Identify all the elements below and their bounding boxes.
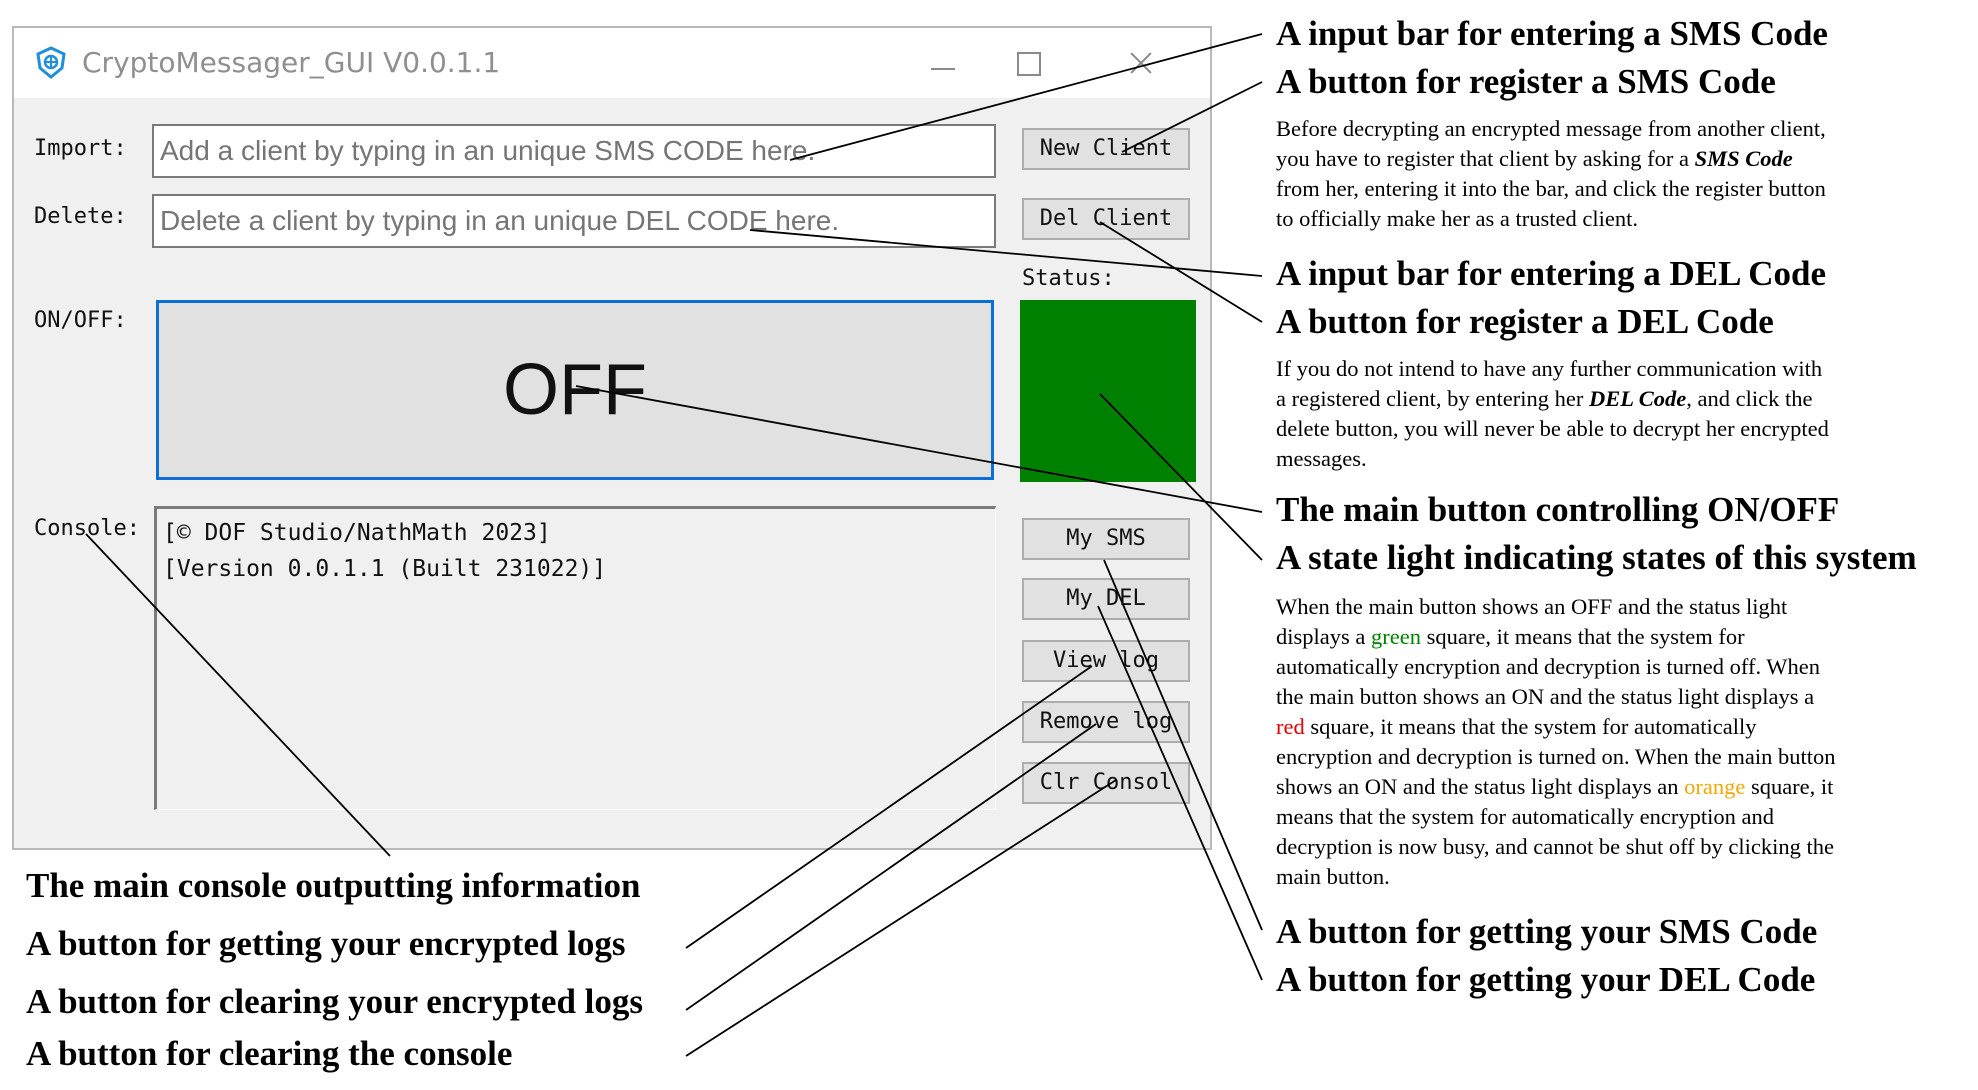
annotation-clear-logs: A button for clearing your encrypted log… [26,982,644,1021]
console-line: [Version 0.0.1.1 (Built 231022)] [163,556,607,582]
annotation-get-logs: A button for getting your encrypted logs [26,924,626,963]
onoff-label: ON/OFF: [34,308,127,333]
del-code-input[interactable] [152,194,996,248]
status-light [1020,300,1196,482]
annotation-sms-button: A button for register a SMS Code [1276,62,1776,101]
main-onoff-button-text: OFF [503,350,647,430]
console-line: [© DOF Studio/NathMath 2023] [163,520,551,546]
annotation-state-description: When the main button shows an OFF and th… [1276,594,1836,889]
close-button[interactable] [1111,40,1171,86]
my-sms-button[interactable]: My SMS [1022,518,1190,560]
status-label: Status: [1022,266,1115,291]
annotation-sms-description: Before decrypting an encrypted message f… [1276,116,1826,231]
annotation-main-button: The main button controlling ON/OFF [1276,490,1840,529]
annotation-del-button: A button for register a DEL Code [1276,302,1774,341]
del-client-button[interactable]: Del Client [1022,198,1190,240]
console-output[interactable]: [© DOF Studio/NathMath 2023] [Version 0.… [154,506,996,810]
annotation-del-input: A input bar for entering a DEL Code [1276,254,1827,293]
sms-code-input[interactable] [152,124,996,178]
annotation-get-sms: A button for getting your SMS Code [1276,912,1818,951]
annotation-state-light: A state light indicating states of this … [1276,538,1917,577]
annotation-console: The main console outputting information [26,866,641,905]
maximize-button[interactable] [999,40,1059,86]
annotation-get-del: A button for getting your DEL Code [1276,960,1816,999]
new-client-button[interactable]: New Client [1022,128,1190,170]
delete-label: Delete: [34,204,127,229]
console-label: Console: [34,516,140,541]
annotation-sms-input: A input bar for entering a SMS Code [1276,14,1828,53]
view-log-button[interactable]: View log [1022,640,1190,682]
my-del-button[interactable]: My DEL [1022,578,1190,620]
clr-console-button[interactable]: Clr Consol [1022,762,1190,804]
shield-logo-icon [36,46,66,79]
import-label: Import: [34,136,127,161]
annotation-clear-console: A button for clearing the console [26,1034,513,1073]
main-onoff-button[interactable]: OFF [156,300,994,480]
title-bar[interactable]: CryptoMessager_GUI V0.0.1.1 [14,28,1210,98]
window-title: CryptoMessager_GUI V0.0.1.1 [82,46,501,79]
remove-log-button[interactable]: Remove log [1022,701,1190,743]
minimize-button[interactable] [913,40,973,86]
annotation-del-description: If you do not intend to have any further… [1276,356,1829,471]
